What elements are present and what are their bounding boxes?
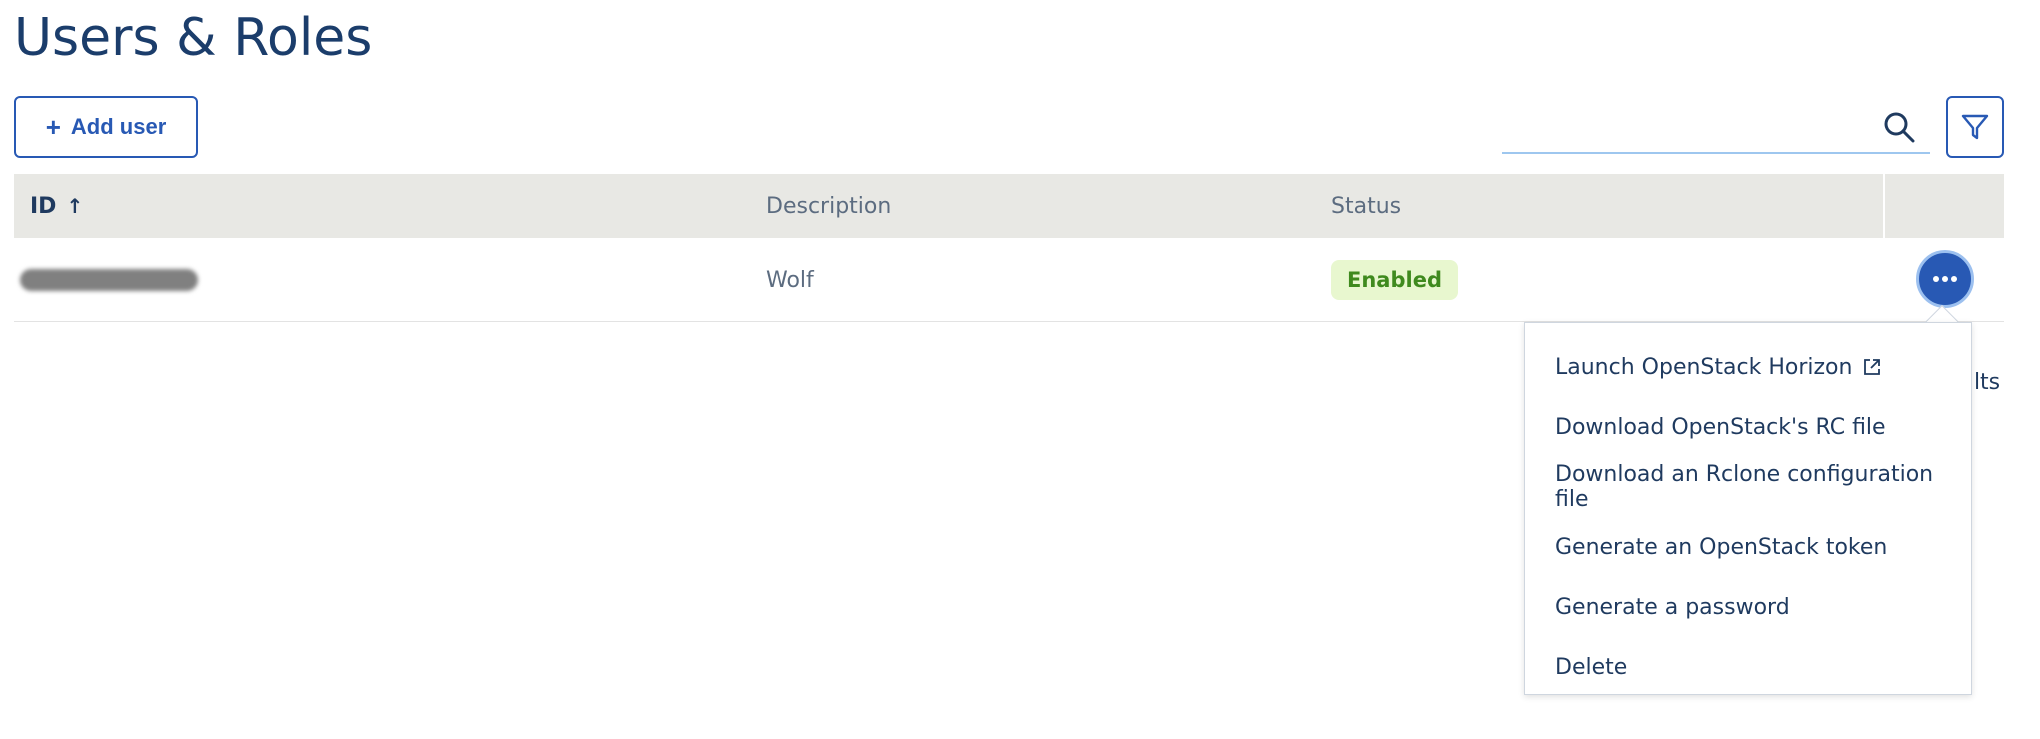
add-user-label: Add user	[70, 114, 167, 139]
menu-item-generate-token[interactable]: Generate an OpenStack token	[1525, 517, 1971, 577]
menu-item-label: Launch OpenStack Horizon	[1555, 354, 1853, 380]
cell-id	[20, 238, 198, 322]
users-table: ID ↑ Description Status Wolf Enabled	[14, 174, 2004, 322]
filter-button[interactable]	[1946, 96, 2004, 158]
users-roles-page: Users & Roles + Add user ID ↑ Descriptio…	[0, 0, 2040, 739]
filter-icon	[1961, 114, 1989, 140]
more-horizontal-icon	[1933, 276, 1957, 282]
column-header-status: Status	[1331, 174, 1401, 238]
search-input[interactable]	[1502, 100, 1872, 150]
column-header-description: Description	[766, 174, 891, 238]
menu-item-download-rc-file[interactable]: Download OpenStack's RC file	[1525, 397, 1971, 457]
table-row: Wolf Enabled	[14, 238, 2004, 322]
cell-status: Enabled	[1331, 238, 1458, 322]
menu-item-launch-horizon[interactable]: Launch OpenStack Horizon	[1525, 337, 1971, 397]
column-label-status: Status	[1331, 193, 1402, 219]
row-actions-button[interactable]	[1916, 250, 1974, 308]
menu-item-label: Download OpenStack's RC file	[1555, 414, 1886, 440]
column-header-id[interactable]: ID ↑	[30, 174, 83, 238]
page-title: Users & Roles	[14, 8, 373, 68]
menu-item-label: Download an Rclone configuration file	[1555, 462, 1934, 512]
menu-item-label: Generate an OpenStack token	[1555, 534, 1888, 560]
table-header: ID ↑ Description Status	[14, 174, 2004, 238]
column-label-description: Description	[766, 193, 892, 219]
menu-item-label: Delete	[1555, 654, 1628, 680]
column-label-id: ID	[30, 193, 57, 219]
search-field	[1502, 100, 1930, 154]
row-actions-menu: Launch OpenStack Horizon Download OpenSt…	[1524, 322, 1972, 695]
external-link-icon	[1864, 359, 1881, 375]
add-user-button[interactable]: + Add user	[14, 96, 198, 158]
menu-item-generate-password[interactable]: Generate a password	[1525, 577, 1971, 637]
cell-description: Wolf	[766, 267, 814, 293]
menu-item-delete[interactable]: Delete	[1525, 637, 1971, 697]
search-icon[interactable]	[1882, 110, 1916, 144]
menu-item-label: Generate a password	[1555, 594, 1790, 620]
redacted-user-id	[20, 269, 198, 291]
menu-item-download-rclone-config[interactable]: Download an Rclone configuration file	[1525, 457, 1971, 517]
status-badge: Enabled	[1331, 260, 1458, 300]
plus-icon: +	[45, 112, 61, 142]
sort-ascending-icon: ↑	[66, 194, 84, 218]
column-divider	[1883, 174, 1885, 238]
